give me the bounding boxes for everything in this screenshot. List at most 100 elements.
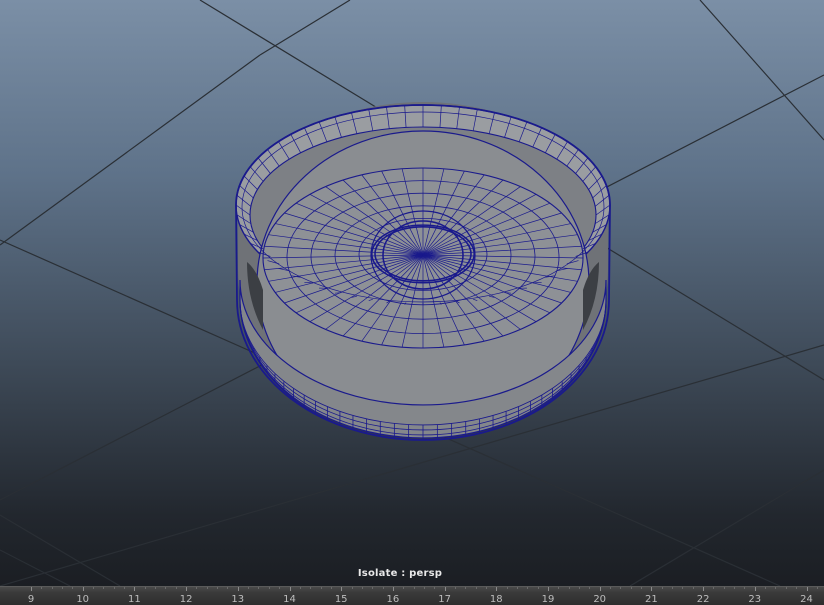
- timeline-tick: [651, 587, 653, 591]
- timeline-minor-tick: [796, 587, 798, 589]
- time-slider[interactable]: 9 10 11 12 13 14 15 16 17 18 19 20 21 22 23 24: [0, 586, 824, 605]
- timeline-frame-label: 17: [438, 594, 451, 605]
- timeline-frame-label: 19: [541, 594, 555, 605]
- perspective-scene[interactable]: [0, 0, 824, 586]
- timeline-tick: [392, 587, 394, 591]
- timeline-frame-label: 20: [593, 594, 607, 605]
- grid-line: [259, 0, 351, 56]
- timeline-frame-label: 24: [800, 594, 813, 605]
- timeline-minor-tick: [320, 587, 322, 589]
- timeline-minor-tick: [144, 587, 146, 589]
- timeline-minor-tick: [217, 587, 219, 589]
- timeline-minor-tick: [72, 587, 74, 589]
- timeline-minor-tick: [454, 587, 456, 589]
- timeline-minor-tick: [268, 587, 270, 589]
- grid-line: [699, 0, 824, 141]
- timeline-minor-tick: [361, 587, 363, 589]
- timeline-minor-tick: [382, 587, 384, 589]
- timeline-tick: [444, 587, 446, 591]
- timeline-minor-tick: [816, 587, 818, 589]
- timeline-frame-label: 12: [179, 594, 193, 605]
- timeline-frame-label: 22: [696, 594, 710, 605]
- timeline-minor-tick: [641, 587, 643, 589]
- timeline-minor-tick: [155, 587, 157, 589]
- timeline-tick: [703, 587, 705, 591]
- timeline-minor-tick: [124, 587, 126, 589]
- lid-mesh-object[interactable]: [235, 102, 611, 441]
- timeline-frame-label: 14: [283, 594, 296, 605]
- timeline-tick: [496, 587, 498, 591]
- timeline-minor-tick: [248, 587, 250, 589]
- timeline-minor-tick: [403, 587, 405, 589]
- timeline-minor-tick: [206, 587, 208, 589]
- timeline-minor-tick: [330, 587, 332, 589]
- timeline-minor-tick: [165, 587, 167, 589]
- timeline-minor-tick: [775, 587, 777, 589]
- timeline-tick: [599, 587, 601, 591]
- timeline-minor-tick: [175, 587, 177, 589]
- timeline-minor-tick: [196, 587, 198, 589]
- timeline-minor-tick: [506, 587, 508, 589]
- timeline-frame-label: 13: [231, 594, 245, 605]
- timeline-minor-tick: [351, 587, 353, 589]
- timeline-minor-tick: [485, 587, 487, 589]
- timeline-frame-label: 18: [489, 594, 503, 605]
- timeline-minor-tick: [103, 587, 105, 589]
- timeline-minor-tick: [527, 587, 529, 589]
- timeline-minor-tick: [785, 587, 787, 589]
- timeline-frame-label: 11: [128, 594, 141, 605]
- timeline-tick: [548, 587, 549, 591]
- timeline-frame-label: 21: [645, 594, 658, 605]
- timeline-minor-tick: [713, 587, 715, 589]
- timeline-minor-tick: [682, 587, 684, 589]
- timeline-minor-tick: [51, 587, 53, 589]
- timeline-minor-tick: [672, 587, 674, 589]
- timeline-tick: [237, 587, 239, 591]
- timeline-minor-tick: [299, 587, 301, 589]
- timeline-minor-tick: [413, 587, 415, 589]
- timeline-minor-tick: [765, 587, 767, 589]
- timeline-minor-tick: [723, 587, 725, 589]
- timeline-minor-tick: [610, 587, 612, 589]
- timeline-frame-label: 10: [76, 594, 90, 605]
- timeline-minor-tick: [62, 587, 64, 589]
- timeline-minor-tick: [423, 587, 425, 589]
- timeline-minor-tick: [516, 587, 518, 589]
- timeline-frame-label: 23: [748, 594, 762, 605]
- timeline-frame-label: 16: [386, 594, 400, 605]
- timeline-tick: [341, 587, 343, 591]
- timeline-minor-tick: [630, 587, 632, 589]
- grid-line: [0, 54, 261, 246]
- timeline-tick: [806, 587, 808, 591]
- timeline-minor-tick: [372, 587, 374, 589]
- camera-label: Isolate : persp: [357, 568, 443, 579]
- timeline-minor-tick: [227, 587, 229, 589]
- timeline-minor-tick: [537, 587, 539, 589]
- timeline-minor-tick: [692, 587, 694, 589]
- timeline-minor-tick: [465, 587, 467, 589]
- timeline-minor-tick: [310, 587, 312, 589]
- timeline-tick: [31, 587, 32, 591]
- timeline-minor-tick: [113, 587, 115, 589]
- timeline-minor-tick: [589, 587, 591, 589]
- timeline-minor-tick: [93, 587, 95, 589]
- timeline-frame-label: 9: [27, 594, 35, 605]
- timeline-minor-tick: [744, 587, 746, 589]
- timeline-minor-tick: [434, 587, 436, 589]
- timeline-minor-tick: [579, 587, 581, 589]
- timeline-minor-tick: [558, 587, 560, 589]
- timeline-tick: [82, 587, 84, 591]
- timeline-minor-tick: [734, 587, 736, 589]
- timeline-frame-label: 15: [334, 594, 348, 605]
- timeline-minor-tick: [475, 587, 477, 589]
- timeline-tick: [186, 587, 188, 591]
- timeline-tick: [754, 587, 756, 591]
- timeline-minor-tick: [258, 587, 260, 589]
- timeline-tick: [134, 587, 136, 591]
- 3d-viewport[interactable]: Isolate : persp: [0, 0, 824, 586]
- timeline-minor-tick: [41, 587, 43, 589]
- timeline-tick: [289, 587, 291, 591]
- timeline-minor-tick: [279, 587, 281, 589]
- timeline-minor-tick: [620, 587, 622, 589]
- timeline-minor-tick: [661, 587, 663, 589]
